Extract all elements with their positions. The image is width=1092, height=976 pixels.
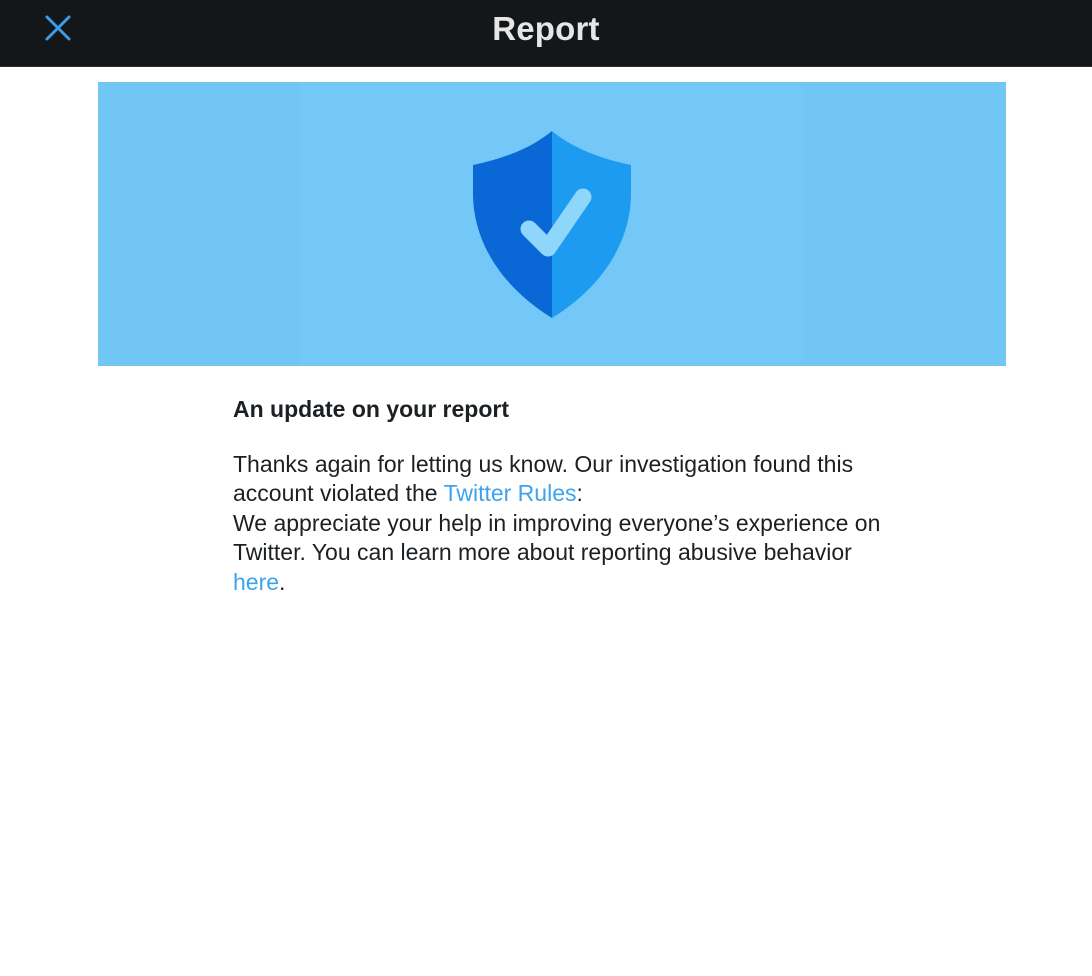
message-body-paragraph-2: We appreciate your help in improving eve…: [233, 509, 893, 597]
report-update-message: An update on your report Thanks again fo…: [233, 394, 893, 597]
shield-check-icon: [473, 131, 631, 318]
message-text-part: .: [279, 568, 286, 595]
message-text-part: We appreciate your help in improving eve…: [233, 509, 881, 566]
top-bar: Report: [0, 0, 1092, 67]
message-body-paragraph-1: Thanks again for letting us know. Our in…: [233, 450, 893, 509]
twitter-rules-link[interactable]: Twitter Rules: [444, 480, 577, 506]
reporting-help-link[interactable]: here: [233, 569, 279, 595]
message-heading: An update on your report: [233, 396, 509, 422]
page-title: Report: [492, 10, 600, 47]
message-text-part: :: [576, 480, 583, 507]
